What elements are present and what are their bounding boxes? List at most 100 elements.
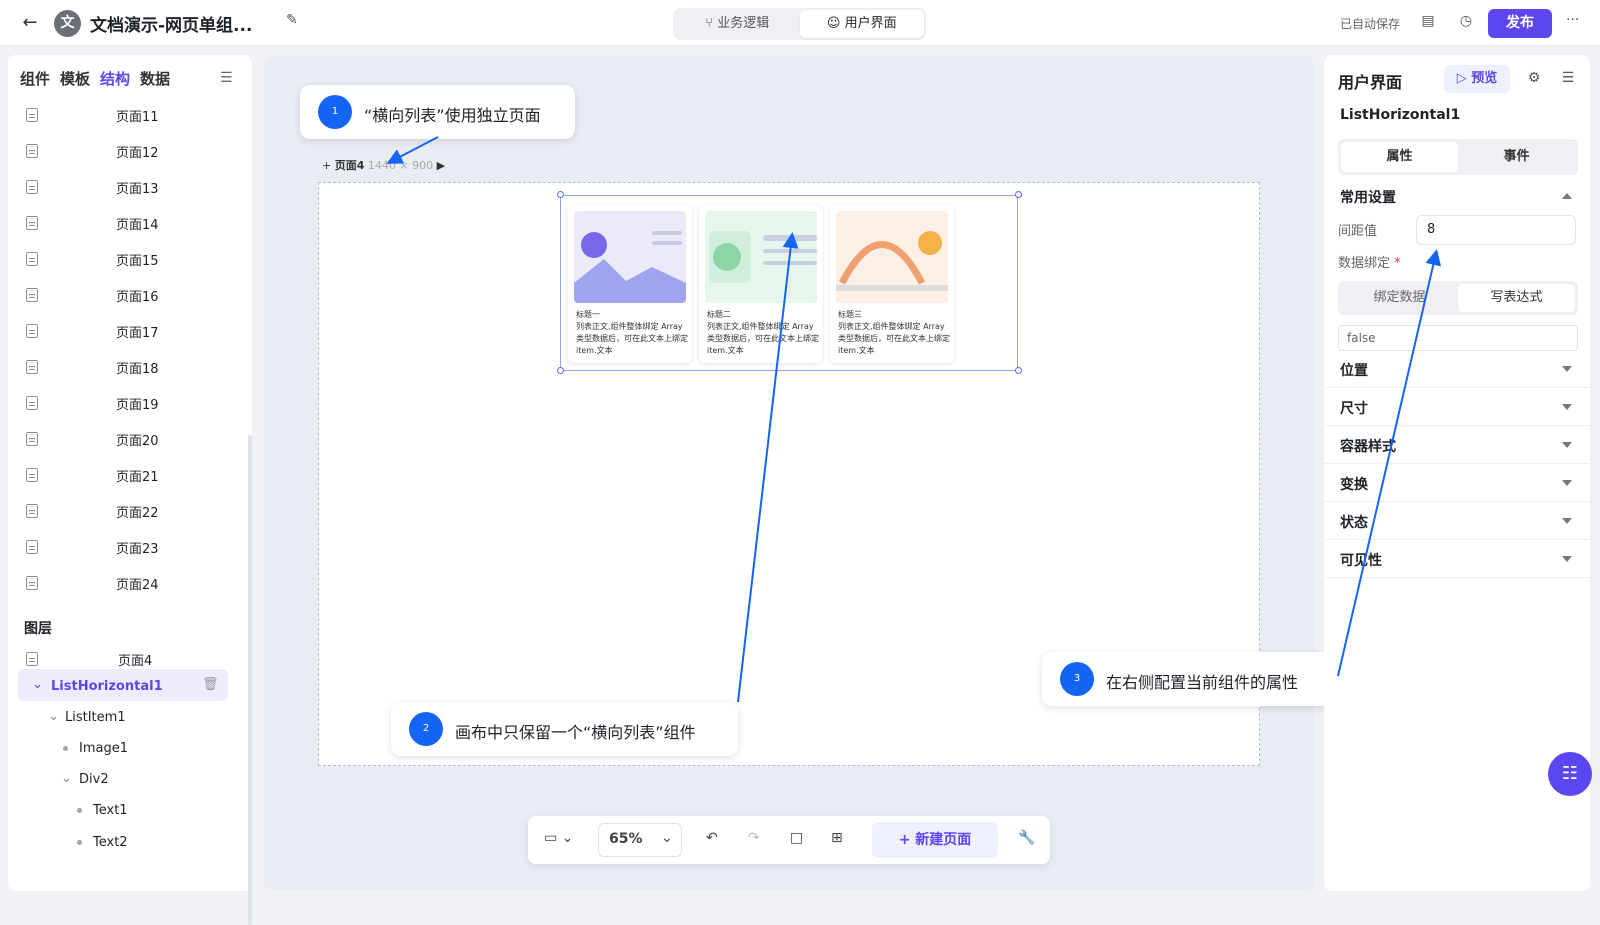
undo-icon[interactable]: ↶ [706, 830, 718, 846]
publish-button[interactable]: 发布 [1488, 9, 1552, 38]
tab-components[interactable]: 组件 [20, 68, 50, 89]
list-item[interactable]: 页面22 [8, 497, 244, 533]
chevron-down-icon[interactable] [1562, 556, 1572, 562]
left-scrollbar[interactable] [248, 435, 252, 925]
write-expression-option[interactable]: 写表达式 [1458, 284, 1575, 312]
layer-image[interactable]: Image1 [79, 741, 128, 756]
zoom-select[interactable]: 65% ⌄ [598, 823, 682, 857]
page-name: 页面16 [116, 290, 159, 305]
page-file-icon [26, 360, 38, 374]
bullet-icon [63, 746, 68, 751]
layer-listhorizontal[interactable]: ListHorizontal1 [51, 679, 163, 694]
list-item[interactable]: 页面20 [8, 425, 244, 461]
section-container-style[interactable]: 容器样式 [1340, 436, 1396, 456]
autosave-status: 已自动保存 [1340, 17, 1401, 31]
chevron-up-icon[interactable] [1562, 193, 1572, 199]
divider [1324, 577, 1590, 578]
assistant-fab-icon[interactable]: ☷ [1548, 752, 1592, 796]
preview-button[interactable]: ▷ 预览 [1444, 65, 1510, 93]
redo-icon[interactable]: ↷ [748, 830, 760, 846]
device-desktop-icon[interactable]: ▭ ⌄ [544, 830, 573, 846]
page-file-icon [26, 216, 38, 230]
back-arrow-icon[interactable]: ← [18, 11, 42, 35]
spacing-input[interactable]: 8 [1416, 215, 1576, 245]
chevron-down-icon[interactable] [1562, 404, 1572, 410]
history-clock-icon[interactable]: ◷ [1456, 13, 1476, 29]
chevron-down-icon[interactable]: ⌄ [48, 709, 59, 724]
required-asterisk-icon: * [1394, 256, 1401, 271]
settings-gear-icon[interactable]: ⚙ [1524, 70, 1544, 86]
chevron-down-icon[interactable] [1562, 518, 1572, 524]
list-item[interactable]: 页面14 [8, 209, 244, 245]
layer-div[interactable]: Div2 [79, 772, 109, 787]
binding-label-text: 数据绑定 [1338, 256, 1391, 271]
more-menu-icon[interactable]: ··· [1566, 12, 1579, 28]
list-item[interactable]: 页面17 [8, 317, 244, 353]
layer-text1[interactable]: Text1 [93, 803, 128, 818]
left-panel: 组件 模板 结构 数据 ☰ 页面11 页面12 页面13 页面14 页面15 页… [8, 55, 252, 925]
chevron-down-icon[interactable] [1562, 480, 1572, 486]
section-visibility[interactable]: 可见性 [1340, 550, 1382, 570]
layer-listitem[interactable]: ListItem1 [65, 710, 126, 725]
section-size[interactable]: 尺寸 [1340, 398, 1368, 418]
list-item[interactable]: 页面21 [8, 461, 244, 497]
grid-icon[interactable]: ⊞ [831, 830, 843, 846]
section-common-settings[interactable]: 常用设置 [1340, 187, 1396, 207]
tab-structure[interactable]: 结构 [100, 68, 130, 89]
artboard-size: 1440 × 900 [367, 159, 434, 172]
list-item[interactable]: 页面15 [8, 245, 244, 281]
list-item[interactable]: 页面24 [8, 569, 244, 605]
chevron-down-icon[interactable]: ⌄ [61, 771, 72, 786]
section-position[interactable]: 位置 [1340, 360, 1368, 380]
save-icon[interactable]: ▤ [1418, 13, 1438, 29]
list-item[interactable]: 页面19 [8, 389, 244, 425]
tab-templates[interactable]: 模板 [60, 68, 90, 89]
artboard-name: 页面4 [334, 159, 365, 172]
resize-handle[interactable] [557, 367, 564, 374]
wrench-icon[interactable]: 🔧 [1018, 830, 1035, 846]
page-name: 页面21 [116, 470, 159, 485]
play-icon[interactable]: ▶ [437, 159, 445, 172]
tab-properties[interactable]: 属性 [1341, 142, 1458, 172]
list-item[interactable]: 页面16 [8, 281, 244, 317]
collapse-panel-icon[interactable]: ☰ [220, 70, 233, 86]
resize-handle[interactable] [557, 191, 564, 198]
list-item[interactable]: 页面13 [8, 173, 244, 209]
chevron-down-icon[interactable] [1562, 442, 1572, 448]
list-item[interactable]: 页面23 [8, 533, 244, 569]
edit-pencil-icon[interactable]: ✎ [286, 12, 298, 28]
page-name: 页面13 [116, 182, 159, 197]
callout-2: 2 画布中只保留一个“横向列表”组件 [391, 702, 738, 756]
bind-data-option[interactable]: 绑定数据 [1341, 284, 1458, 312]
card-image-green [705, 211, 817, 303]
collapse-panel-icon[interactable]: ☰ [1558, 70, 1578, 86]
chevron-down-icon[interactable]: ⌄ [32, 677, 43, 692]
resize-handle[interactable] [1015, 191, 1022, 198]
tab-business-logic[interactable]: ⑂ 业务逻辑 [675, 10, 800, 38]
page-name: 页面12 [116, 146, 159, 161]
list-item[interactable]: 页面12 [8, 137, 244, 173]
list-card-2[interactable]: 标题二 列表正文,组件整体绑定 Array 类型数据后，可在此文本上绑定 item… [699, 205, 823, 363]
tab-events[interactable]: 事件 [1458, 142, 1575, 172]
section-transform[interactable]: 变换 [1340, 474, 1368, 494]
tab-user-interface[interactable]: ☺ 用户界面 [799, 10, 924, 38]
new-page-button[interactable]: + 新建页面 [872, 822, 998, 858]
list-card-1[interactable]: 标题一 列表正文,组件整体绑定 Array 类型数据后，可在此文本上绑定 item… [568, 205, 692, 363]
card-title: 标题二 [707, 310, 731, 319]
list-item[interactable]: 页面11 [8, 101, 244, 137]
bullet-icon [77, 840, 82, 845]
card-image-mountain [574, 211, 686, 303]
section-state[interactable]: 状态 [1340, 512, 1368, 532]
expression-input[interactable]: false [1338, 325, 1578, 351]
app-title: 文档演示-网页单组... [90, 16, 253, 36]
app-logo: 文 [54, 10, 81, 37]
frame-icon[interactable]: □ [790, 830, 803, 846]
delete-trash-icon[interactable]: 🗑 [202, 677, 219, 692]
tab-data[interactable]: 数据 [140, 68, 170, 89]
resize-handle[interactable] [1015, 367, 1022, 374]
chevron-down-icon[interactable] [1562, 366, 1572, 372]
list-item[interactable]: 页面18 [8, 353, 244, 389]
list-card-3[interactable]: 标题三 列表正文,组件整体绑定 Array 类型数据后，可在此文本上绑定 item… [830, 205, 954, 363]
layer-text2[interactable]: Text2 [93, 835, 128, 850]
artboard-label[interactable]: + 页面4 1440 × 900 ▶ [322, 157, 445, 173]
